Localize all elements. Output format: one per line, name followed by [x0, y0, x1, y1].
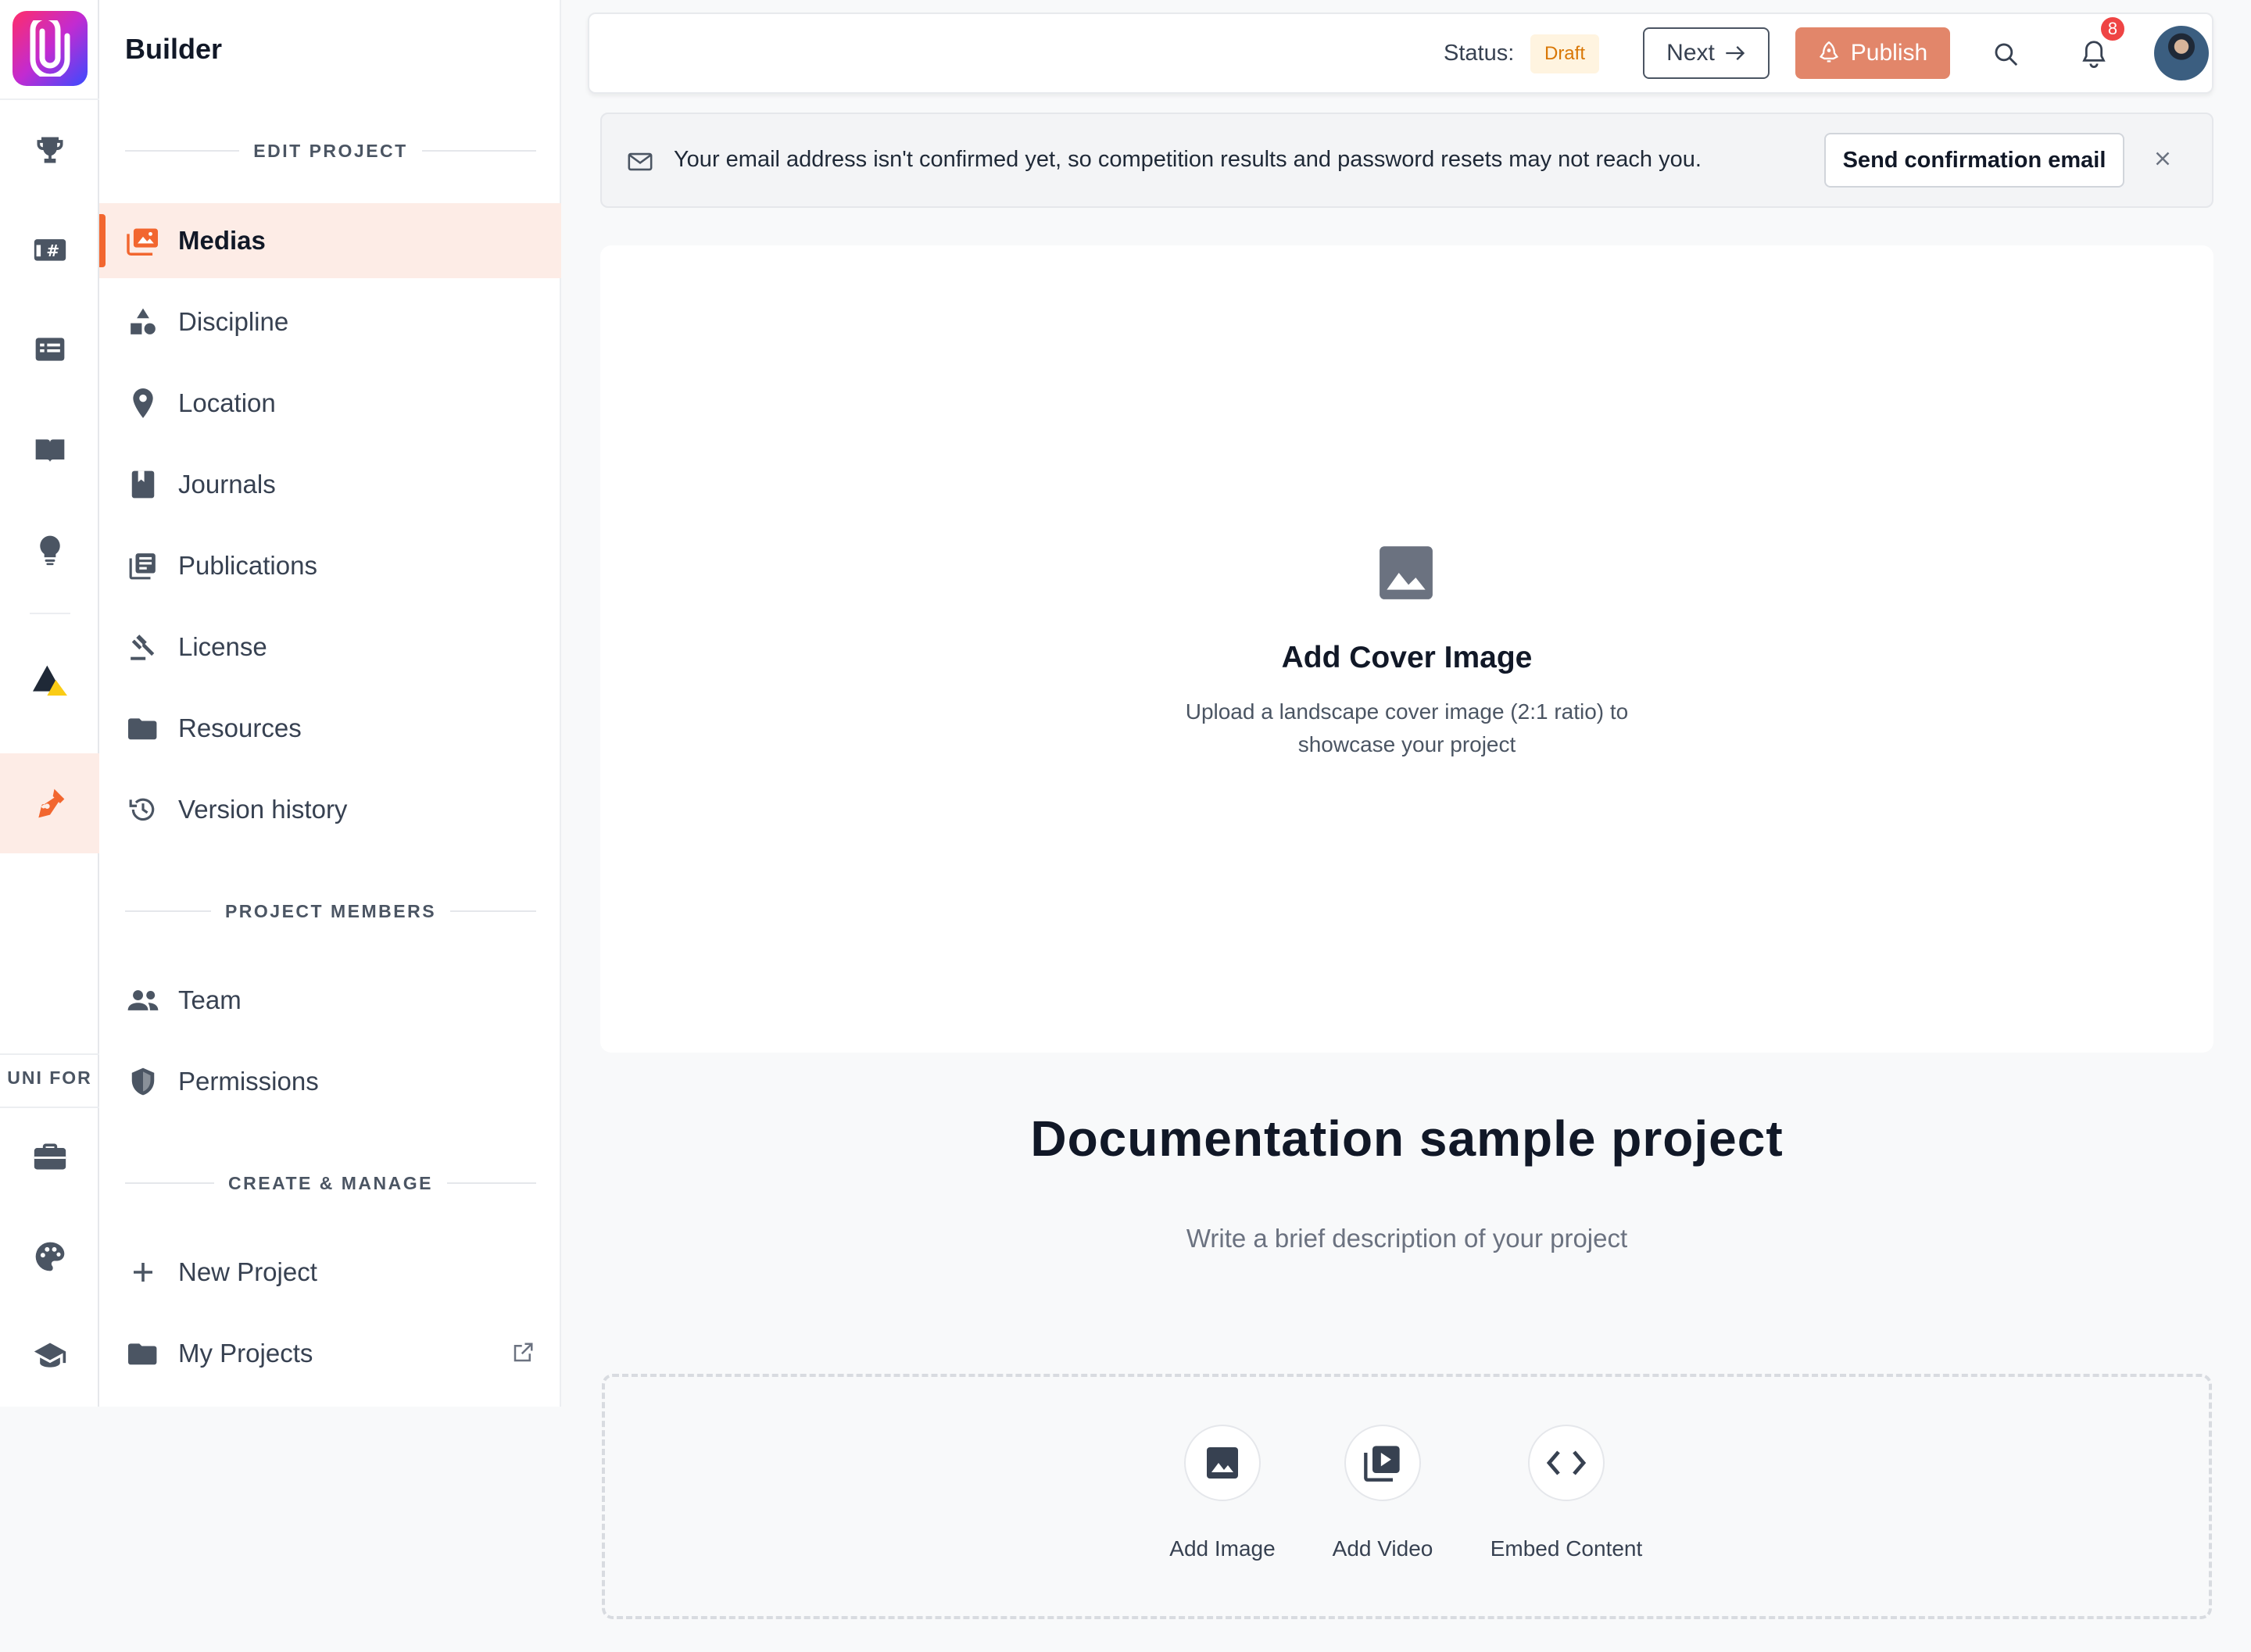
images-icon [125, 223, 161, 259]
sidebar-item-label: Location [178, 388, 276, 417]
section-header-project-members: PROJECT MEMBERS [125, 899, 536, 923]
sidebar-item-my-projects[interactable]: My Projects [99, 1316, 561, 1391]
sidebar-item-publications[interactable]: Publications [99, 528, 561, 603]
external-link-icon[interactable] [511, 1341, 535, 1364]
book-open-icon[interactable] [25, 426, 75, 476]
sidebar-item-label: Discipline [178, 307, 289, 336]
code-icon [1546, 1450, 1587, 1475]
close-icon[interactable] [2151, 147, 2178, 173]
sidebar-item-label: Journals [178, 470, 276, 499]
rail-divider [0, 98, 99, 100]
hashtag-card-icon[interactable]: # [25, 224, 75, 274]
publish-button[interactable]: Publish [1795, 27, 1950, 79]
next-button-label: Next [1666, 40, 1715, 66]
palette-icon[interactable] [25, 1232, 75, 1282]
publications-icon [125, 548, 161, 584]
app-logo[interactable] [13, 11, 88, 86]
add-video-button[interactable] [1344, 1425, 1421, 1501]
sidebar-item-label: Medias [178, 226, 266, 255]
map-pin-icon [125, 385, 161, 421]
embed-content-button[interactable] [1528, 1425, 1605, 1501]
project-title[interactable]: Documentation sample project [703, 1110, 2110, 1167]
trophy-icon[interactable] [25, 125, 75, 175]
image-icon [1207, 1447, 1238, 1479]
sidebar-item-label: Resources [178, 713, 302, 742]
rail-section-label: UNI FOR [7, 1067, 92, 1088]
rocket-icon [1819, 41, 1838, 63]
section-header-edit-project: EDIT PROJECT [125, 139, 537, 163]
page: # UNI FOR Builder EDIT PROJECT Medias Di… [0, 0, 2251, 1652]
section-header-create-manage: CREATE & MANAGE [125, 1171, 536, 1195]
sidebar-item-label: New Project [178, 1257, 317, 1286]
add-media-panel [602, 1374, 2212, 1619]
status-label: Status: [1444, 41, 1515, 66]
graduation-cap-icon[interactable] [25, 1331, 75, 1381]
sidebar-item-discipline[interactable]: Discipline [99, 284, 561, 359]
sidebar-item-label: My Projects [178, 1339, 313, 1368]
publish-button-label: Publish [1850, 40, 1928, 66]
sidebar-item-journals[interactable]: Journals [99, 447, 561, 522]
top-bar [588, 13, 2213, 94]
embed-content-label: Embed Content [1490, 1536, 1643, 1561]
project-description-input[interactable]: Write a brief description of your projec… [860, 1224, 1954, 1253]
paperclip-logo-icon [30, 20, 70, 77]
sidebar-item-permissions[interactable]: Permissions [99, 1044, 561, 1119]
sidebar-item-team[interactable]: Team [99, 963, 561, 1038]
video-library-icon [1364, 1446, 1400, 1482]
arrow-right-icon [1726, 46, 1745, 60]
send-confirmation-button[interactable]: Send confirmation email [1824, 133, 2124, 188]
next-button[interactable]: Next [1643, 27, 1770, 79]
journal-icon [125, 467, 161, 502]
image-icon [1377, 544, 1435, 602]
cover-subtitle: Upload a landscape cover image (2:1 rati… [1185, 699, 1629, 756]
notification-badge: 8 [2099, 16, 2126, 42]
sidebar-item-label: Permissions [178, 1067, 319, 1096]
avatar[interactable] [2154, 26, 2209, 80]
rail-separator [30, 613, 70, 614]
folder-icon [125, 710, 161, 746]
sidebar-item-label: License [178, 632, 267, 661]
news-icon[interactable] [25, 324, 75, 374]
add-image-button[interactable] [1184, 1425, 1261, 1501]
rail-separator [0, 1107, 99, 1108]
lightbulb-icon[interactable] [25, 525, 75, 575]
sidebar-item-label: Team [178, 985, 242, 1014]
shield-icon [125, 1064, 161, 1100]
history-icon [125, 792, 161, 828]
sidebar-title: Builder [125, 33, 223, 65]
sidebar-item-new-project[interactable]: New Project [99, 1235, 561, 1310]
banner-message: Your email address isn't confirmed yet, … [674, 147, 1702, 172]
sidebar-item-license[interactable]: License [99, 610, 561, 685]
status-badge: Draft [1530, 34, 1599, 73]
plus-icon [125, 1254, 161, 1290]
gavel-icon [125, 629, 161, 665]
add-video-label: Add Video [1332, 1536, 1433, 1561]
sidebar-item-resources[interactable]: Resources [99, 691, 561, 766]
mail-icon [627, 148, 653, 175]
rail-separator [0, 1053, 99, 1055]
sidebar-item-medias[interactable]: Medias [99, 203, 561, 278]
sidebar-item-label: Publications [178, 551, 317, 580]
cover-title: Add Cover Image [1281, 641, 1533, 674]
svg-text:#: # [46, 241, 59, 260]
folder-icon [125, 1336, 161, 1371]
pen-nib-icon[interactable] [25, 778, 75, 828]
sidebar-item-location[interactable]: Location [99, 366, 561, 441]
search-icon[interactable] [1986, 34, 2025, 73]
briefcase-icon[interactable] [25, 1132, 75, 1182]
shapes-icon [125, 304, 161, 340]
team-icon [125, 982, 161, 1018]
sidebar-item-label: Version history [178, 795, 348, 824]
sidebar-item-version-history[interactable]: Version history [99, 772, 561, 847]
brand-triangle-icon[interactable] [25, 655, 75, 705]
